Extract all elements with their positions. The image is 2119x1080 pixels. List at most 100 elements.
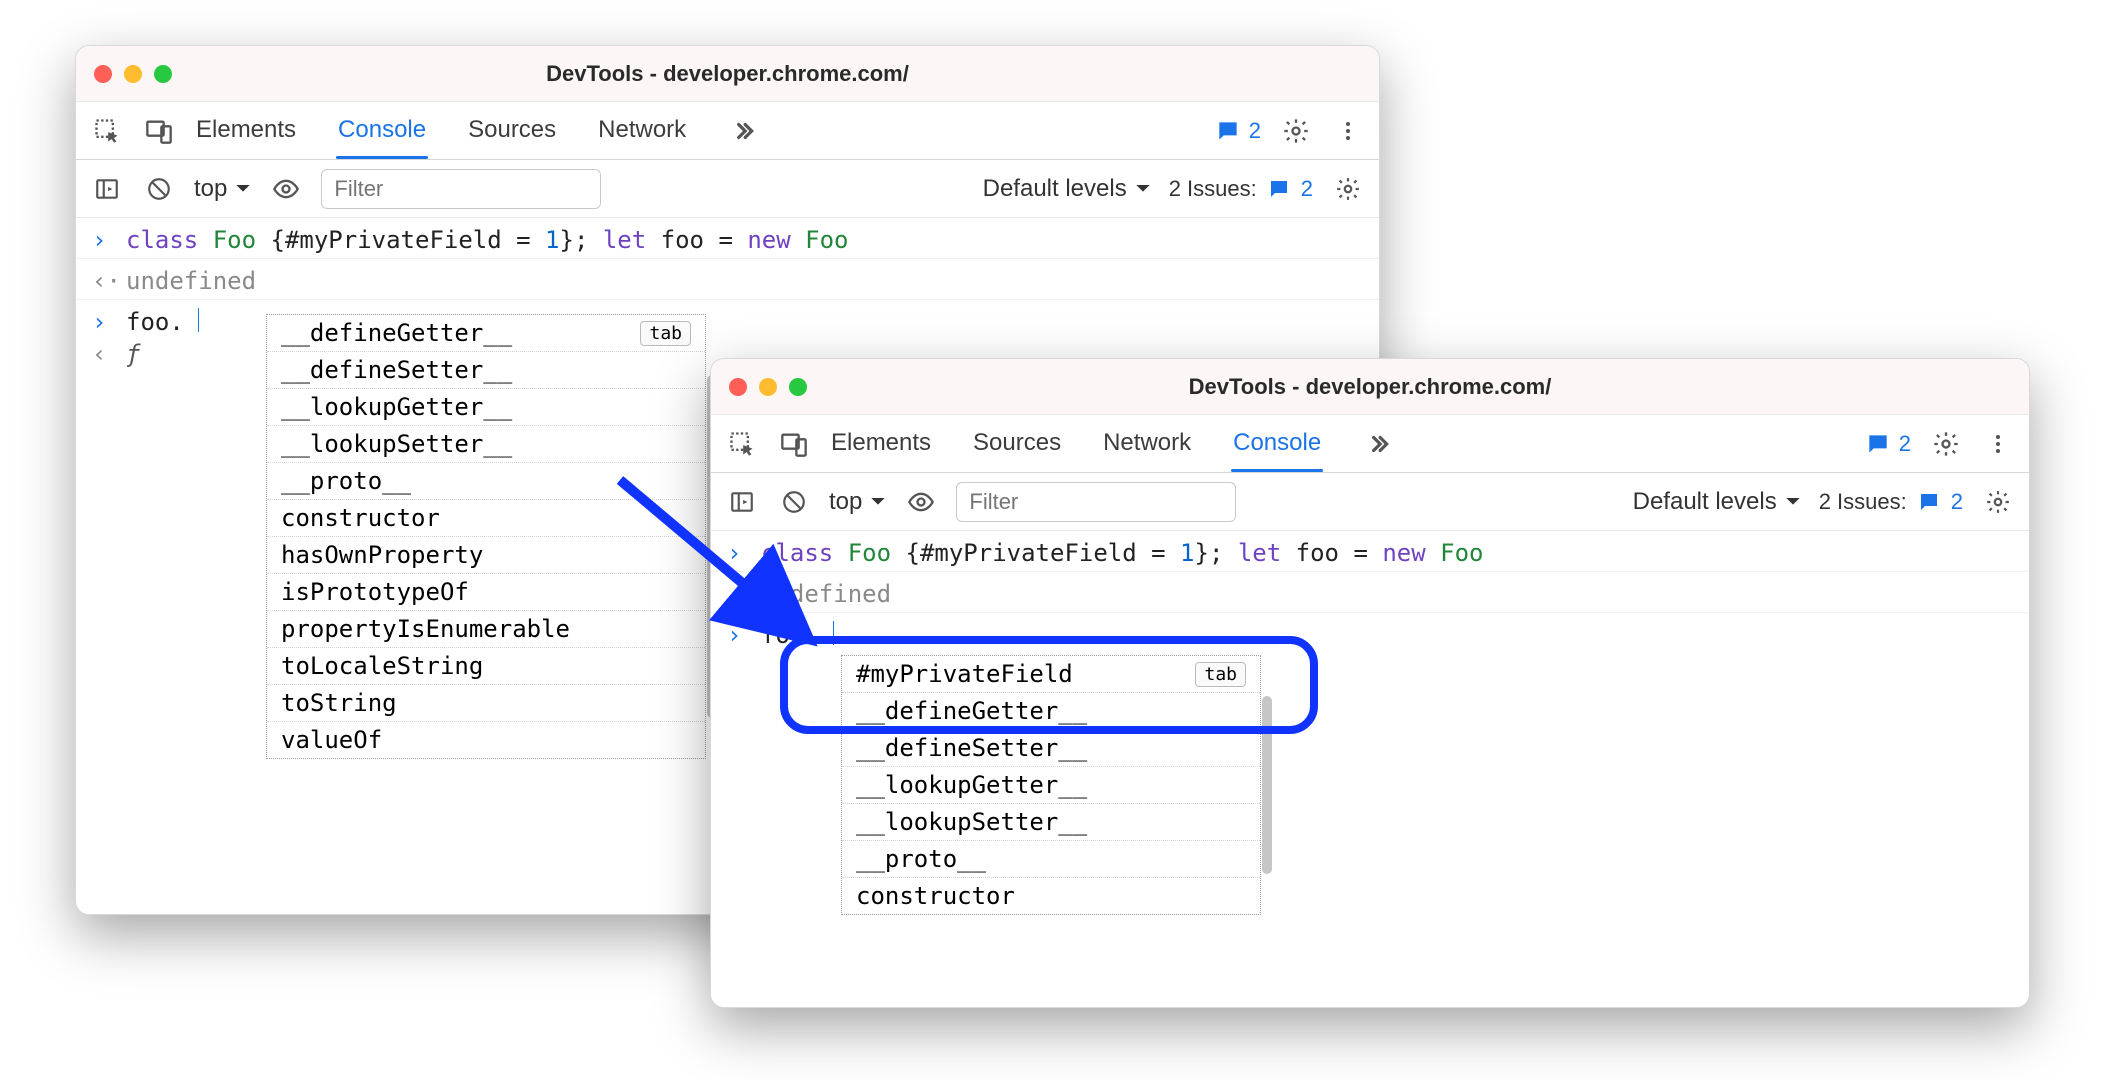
kebab-menu-icon[interactable] [1331,114,1365,148]
clear-console-icon[interactable] [142,172,176,206]
filter-input[interactable] [321,169,601,209]
log-levels-selector[interactable]: Default levels [983,175,1151,203]
window-title: DevTools - developer.chrome.com/ [76,61,1379,87]
zoom-window-button[interactable] [789,378,807,396]
autocomplete-item-label: __lookupGetter__ [856,771,1087,799]
scrollbar-thumb[interactable] [1262,696,1272,874]
tab-console[interactable]: Console [336,104,428,158]
autocomplete-popup[interactable]: #myPrivateFieldtab __defineGetter__ __defi… [841,655,1261,915]
console-input-row: › class Foo {#myPrivateField = 1}; let f… [711,531,2029,571]
context-selector[interactable]: top [194,175,251,203]
autocomplete-item-label: constructor [281,504,440,532]
console-log-area: › class Foo {#myPrivateField = 1}; let f… [711,531,2029,915]
autocomplete-item[interactable]: constructor [842,878,1260,914]
console-settings-icon[interactable] [1331,172,1365,206]
context-selector[interactable]: top [829,488,886,516]
zoom-window-button[interactable] [154,65,172,83]
more-tabs-icon[interactable] [1361,427,1395,461]
messages-badge[interactable]: 2 [1215,118,1261,144]
autocomplete-item[interactable]: propertyIsEnumerable [267,611,705,648]
autocomplete-popup[interactable]: __defineGetter__tab __defineSetter__ __loo… [266,314,706,759]
minimize-window-button[interactable] [759,378,777,396]
log-levels-selector[interactable]: Default levels [1633,488,1801,516]
autocomplete-item[interactable]: isPrototypeOf [267,574,705,611]
autocomplete-item-label: hasOwnProperty [281,541,483,569]
console-prompt-row[interactable]: › foo. [711,613,2029,653]
console-output-row: ‹· undefined [711,572,2029,612]
messages-badge[interactable]: 2 [1865,431,1911,457]
autocomplete-item-label: __defineSetter__ [856,734,1087,762]
live-expression-icon[interactable] [904,485,938,519]
device-toolbar-icon[interactable] [777,427,811,461]
inspect-element-icon[interactable] [725,427,759,461]
autocomplete-item[interactable]: valueOf [267,722,705,758]
autocomplete-item[interactable]: __proto__ [267,463,705,500]
autocomplete-item[interactable]: toString [267,685,705,722]
context-label: top [829,488,862,516]
inspect-element-icon[interactable] [90,114,124,148]
tab-sources[interactable]: Sources [971,417,1063,471]
autocomplete-item[interactable]: __lookupGetter__ [267,389,705,426]
autocomplete-item[interactable]: hasOwnProperty [267,537,705,574]
tab-console[interactable]: Console [1231,417,1323,471]
more-tabs-icon[interactable] [726,114,760,148]
tab-elements[interactable]: Elements [194,104,298,158]
titlebar: DevTools - developer.chrome.com/ [76,46,1379,102]
issues-count: 2 [1951,489,1963,515]
autocomplete-item[interactable]: __proto__ [842,841,1260,878]
console-code: class Foo {#myPrivateField = 1}; let foo… [126,226,849,254]
autocomplete-item[interactable]: toLocaleString [267,648,705,685]
autocomplete-item[interactable]: __lookupSetter__ [842,804,1260,841]
autocomplete-item[interactable]: __defineGetter__ [842,693,1260,730]
input-chevron-icon: › [727,621,747,649]
autocomplete-item[interactable]: __defineGetter__tab [267,315,705,352]
autocomplete-item-label: constructor [856,882,1015,910]
context-label: top [194,175,227,203]
settings-icon[interactable] [1929,427,1963,461]
tab-sources[interactable]: Sources [466,104,558,158]
sidebar-toggle-icon[interactable] [90,172,124,206]
console-settings-icon[interactable] [1981,485,2015,519]
devtools-tabstrip: Elements Console Sources Network 2 [76,102,1379,160]
tab-network[interactable]: Network [596,104,688,158]
autocomplete-item-label: __defineSetter__ [281,356,512,384]
issues-indicator[interactable]: 2 Issues: 2 [1819,489,1963,515]
tab-elements[interactable]: Elements [829,417,933,471]
autocomplete-item[interactable]: __defineSetter__ [842,730,1260,767]
tab-network[interactable]: Network [1101,417,1193,471]
settings-icon[interactable] [1279,114,1313,148]
input-chevron-icon: › [727,539,747,567]
autocomplete-item[interactable]: constructor [267,500,705,537]
titlebar: DevTools - developer.chrome.com/ [711,359,2029,415]
output-chevron-icon: ‹· [92,267,112,295]
minimize-window-button[interactable] [124,65,142,83]
autocomplete-item-label: propertyIsEnumerable [281,615,570,643]
issues-indicator[interactable]: 2 Issues: 2 [1169,176,1313,202]
messages-count: 2 [1899,431,1911,457]
autocomplete-item[interactable]: __lookupSetter__ [267,426,705,463]
output-chevron-icon: ‹· [727,580,747,608]
text-caret [198,308,199,332]
sidebar-toggle-icon[interactable] [725,485,759,519]
clear-console-icon[interactable] [777,485,811,519]
input-chevron-icon: › [92,308,112,336]
tab-hint-key: tab [1195,662,1246,687]
messages-count: 2 [1249,118,1261,144]
close-window-button[interactable] [729,378,747,396]
issues-count: 2 [1301,176,1313,202]
output-value: undefined [126,267,256,295]
autocomplete-item[interactable]: __defineSetter__ [267,352,705,389]
console-code: class Foo {#myPrivateField = 1}; let foo… [761,539,1484,567]
close-window-button[interactable] [94,65,112,83]
device-toolbar-icon[interactable] [142,114,176,148]
kebab-menu-icon[interactable] [1981,427,2015,461]
autocomplete-item-label: __lookupGetter__ [281,393,512,421]
autocomplete-item-label: __lookupSetter__ [281,430,512,458]
filter-input[interactable] [956,482,1236,522]
live-expression-icon[interactable] [269,172,303,206]
autocomplete-item-label: valueOf [281,726,382,754]
autocomplete-item[interactable]: #myPrivateFieldtab [842,656,1260,693]
console-toolbar: top Default levels 2 Issues: 2 [76,160,1379,218]
autocomplete-item-label: __defineGetter__ [856,697,1087,725]
autocomplete-item[interactable]: __lookupGetter__ [842,767,1260,804]
